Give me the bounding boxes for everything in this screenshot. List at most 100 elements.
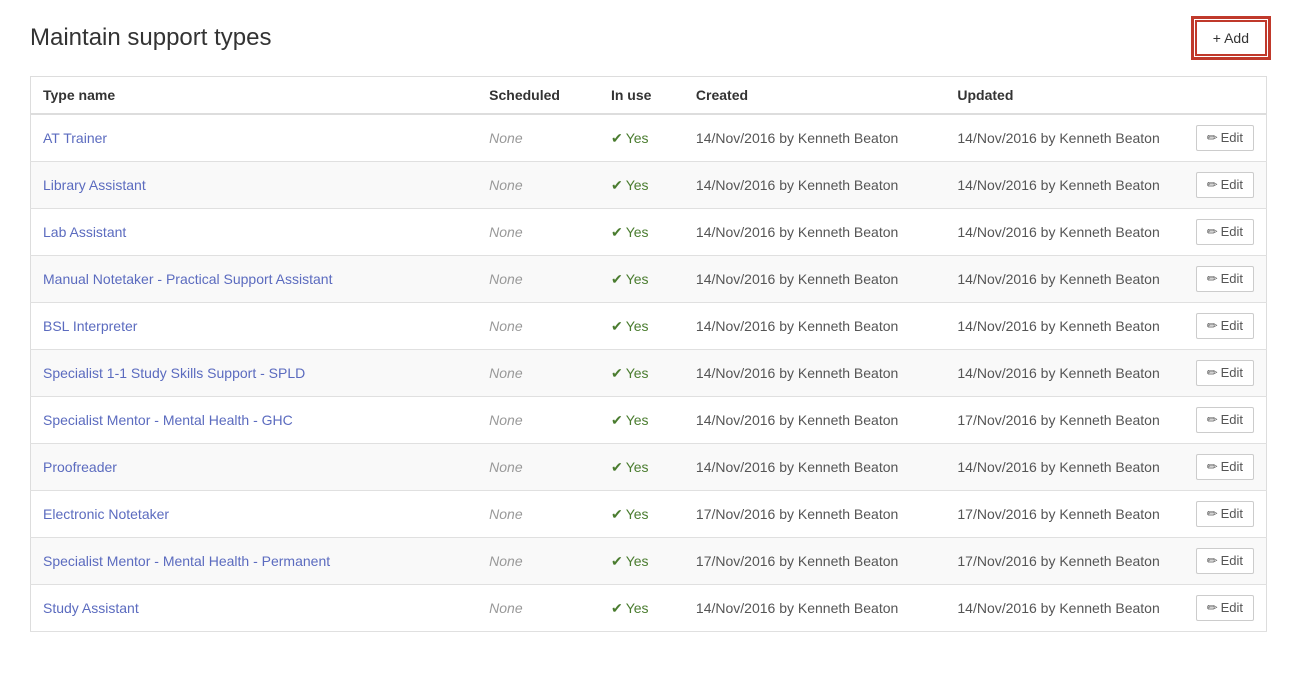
pencil-icon: ✏	[1207, 224, 1218, 239]
edit-button[interactable]: ✏Edit	[1196, 454, 1254, 480]
cell-updated: 17/Nov/2016 by Kenneth Beaton	[945, 538, 1183, 585]
in-use-value: ✔Yes	[611, 271, 649, 287]
type-name-link[interactable]: BSL Interpreter	[43, 318, 137, 334]
checkmark-icon: ✔	[611, 318, 623, 334]
scheduled-value: None	[489, 365, 522, 381]
cell-updated: 14/Nov/2016 by Kenneth Beaton	[945, 162, 1183, 209]
scheduled-value: None	[489, 271, 522, 287]
checkmark-icon: ✔	[611, 600, 623, 616]
col-header-scheduled: Scheduled	[477, 77, 599, 115]
cell-type-name: AT Trainer	[31, 114, 478, 162]
type-name-link[interactable]: Study Assistant	[43, 600, 139, 616]
cell-in-use: ✔Yes	[599, 397, 684, 444]
created-value: 17/Nov/2016 by Kenneth Beaton	[696, 553, 898, 569]
pencil-icon: ✏	[1207, 506, 1218, 521]
col-header-in-use: In use	[599, 77, 684, 115]
cell-type-name: Proofreader	[31, 444, 478, 491]
checkmark-icon: ✔	[611, 553, 623, 569]
updated-value: 14/Nov/2016 by Kenneth Beaton	[957, 130, 1159, 146]
in-use-value: ✔Yes	[611, 365, 649, 381]
cell-in-use: ✔Yes	[599, 209, 684, 256]
cell-scheduled: None	[477, 538, 599, 585]
cell-created: 14/Nov/2016 by Kenneth Beaton	[684, 397, 945, 444]
in-use-value: ✔Yes	[611, 224, 649, 240]
col-header-type-name: Type name	[31, 77, 478, 115]
page-header: Maintain support types + Add	[30, 20, 1267, 56]
cell-in-use: ✔Yes	[599, 538, 684, 585]
scheduled-value: None	[489, 553, 522, 569]
updated-value: 14/Nov/2016 by Kenneth Beaton	[957, 224, 1159, 240]
cell-type-name: Specialist Mentor - Mental Health - Perm…	[31, 538, 478, 585]
cell-in-use: ✔Yes	[599, 444, 684, 491]
add-button[interactable]: + Add	[1195, 20, 1267, 56]
cell-in-use: ✔Yes	[599, 491, 684, 538]
cell-updated: 14/Nov/2016 by Kenneth Beaton	[945, 209, 1183, 256]
cell-created: 14/Nov/2016 by Kenneth Beaton	[684, 303, 945, 350]
table-row: Study Assistant None ✔Yes 14/Nov/2016 by…	[31, 585, 1267, 632]
cell-scheduled: None	[477, 397, 599, 444]
type-name-link[interactable]: Manual Notetaker - Practical Support Ass…	[43, 271, 332, 287]
scheduled-value: None	[489, 130, 522, 146]
in-use-value: ✔Yes	[611, 506, 649, 522]
type-name-link[interactable]: Lab Assistant	[43, 224, 126, 240]
cell-scheduled: None	[477, 114, 599, 162]
checkmark-icon: ✔	[611, 130, 623, 146]
cell-created: 14/Nov/2016 by Kenneth Beaton	[684, 585, 945, 632]
edit-button[interactable]: ✏Edit	[1196, 313, 1254, 339]
type-name-link[interactable]: AT Trainer	[43, 130, 107, 146]
type-name-link[interactable]: Library Assistant	[43, 177, 146, 193]
type-name-link[interactable]: Proofreader	[43, 459, 117, 475]
table-row: Lab Assistant None ✔Yes 14/Nov/2016 by K…	[31, 209, 1267, 256]
cell-in-use: ✔Yes	[599, 585, 684, 632]
edit-button[interactable]: ✏Edit	[1196, 219, 1254, 245]
edit-button[interactable]: ✏Edit	[1196, 125, 1254, 151]
cell-action: ✏Edit	[1184, 162, 1267, 209]
type-name-link[interactable]: Electronic Notetaker	[43, 506, 169, 522]
updated-value: 14/Nov/2016 by Kenneth Beaton	[957, 177, 1159, 193]
cell-type-name: Study Assistant	[31, 585, 478, 632]
scheduled-value: None	[489, 177, 522, 193]
cell-in-use: ✔Yes	[599, 303, 684, 350]
updated-value: 14/Nov/2016 by Kenneth Beaton	[957, 365, 1159, 381]
in-use-value: ✔Yes	[611, 130, 649, 146]
pencil-icon: ✏	[1207, 459, 1218, 474]
pencil-icon: ✏	[1207, 177, 1218, 192]
table-header-row: Type name Scheduled In use Created Updat…	[31, 77, 1267, 115]
cell-created: 14/Nov/2016 by Kenneth Beaton	[684, 209, 945, 256]
scheduled-value: None	[489, 459, 522, 475]
cell-created: 14/Nov/2016 by Kenneth Beaton	[684, 114, 945, 162]
pencil-icon: ✏	[1207, 318, 1218, 333]
type-name-link[interactable]: Specialist 1-1 Study Skills Support - SP…	[43, 365, 305, 381]
created-value: 14/Nov/2016 by Kenneth Beaton	[696, 130, 898, 146]
edit-button[interactable]: ✏Edit	[1196, 266, 1254, 292]
cell-action: ✏Edit	[1184, 397, 1267, 444]
cell-type-name: Library Assistant	[31, 162, 478, 209]
cell-in-use: ✔Yes	[599, 256, 684, 303]
edit-button[interactable]: ✏Edit	[1196, 407, 1254, 433]
cell-action: ✏Edit	[1184, 114, 1267, 162]
updated-value: 17/Nov/2016 by Kenneth Beaton	[957, 553, 1159, 569]
created-value: 14/Nov/2016 by Kenneth Beaton	[696, 318, 898, 334]
edit-button[interactable]: ✏Edit	[1196, 548, 1254, 574]
table-row: Manual Notetaker - Practical Support Ass…	[31, 256, 1267, 303]
edit-button[interactable]: ✏Edit	[1196, 172, 1254, 198]
updated-value: 14/Nov/2016 by Kenneth Beaton	[957, 271, 1159, 287]
pencil-icon: ✏	[1207, 271, 1218, 286]
type-name-link[interactable]: Specialist Mentor - Mental Health - GHC	[43, 412, 293, 428]
created-value: 14/Nov/2016 by Kenneth Beaton	[696, 177, 898, 193]
in-use-value: ✔Yes	[611, 459, 649, 475]
scheduled-value: None	[489, 318, 522, 334]
created-value: 17/Nov/2016 by Kenneth Beaton	[696, 506, 898, 522]
edit-button[interactable]: ✏Edit	[1196, 595, 1254, 621]
edit-button[interactable]: ✏Edit	[1196, 360, 1254, 386]
cell-scheduled: None	[477, 256, 599, 303]
cell-in-use: ✔Yes	[599, 350, 684, 397]
cell-scheduled: None	[477, 303, 599, 350]
type-name-link[interactable]: Specialist Mentor - Mental Health - Perm…	[43, 553, 330, 569]
pencil-icon: ✏	[1207, 365, 1218, 380]
cell-created: 14/Nov/2016 by Kenneth Beaton	[684, 444, 945, 491]
table-row: Specialist 1-1 Study Skills Support - SP…	[31, 350, 1267, 397]
in-use-value: ✔Yes	[611, 412, 649, 428]
updated-value: 17/Nov/2016 by Kenneth Beaton	[957, 506, 1159, 522]
edit-button[interactable]: ✏Edit	[1196, 501, 1254, 527]
